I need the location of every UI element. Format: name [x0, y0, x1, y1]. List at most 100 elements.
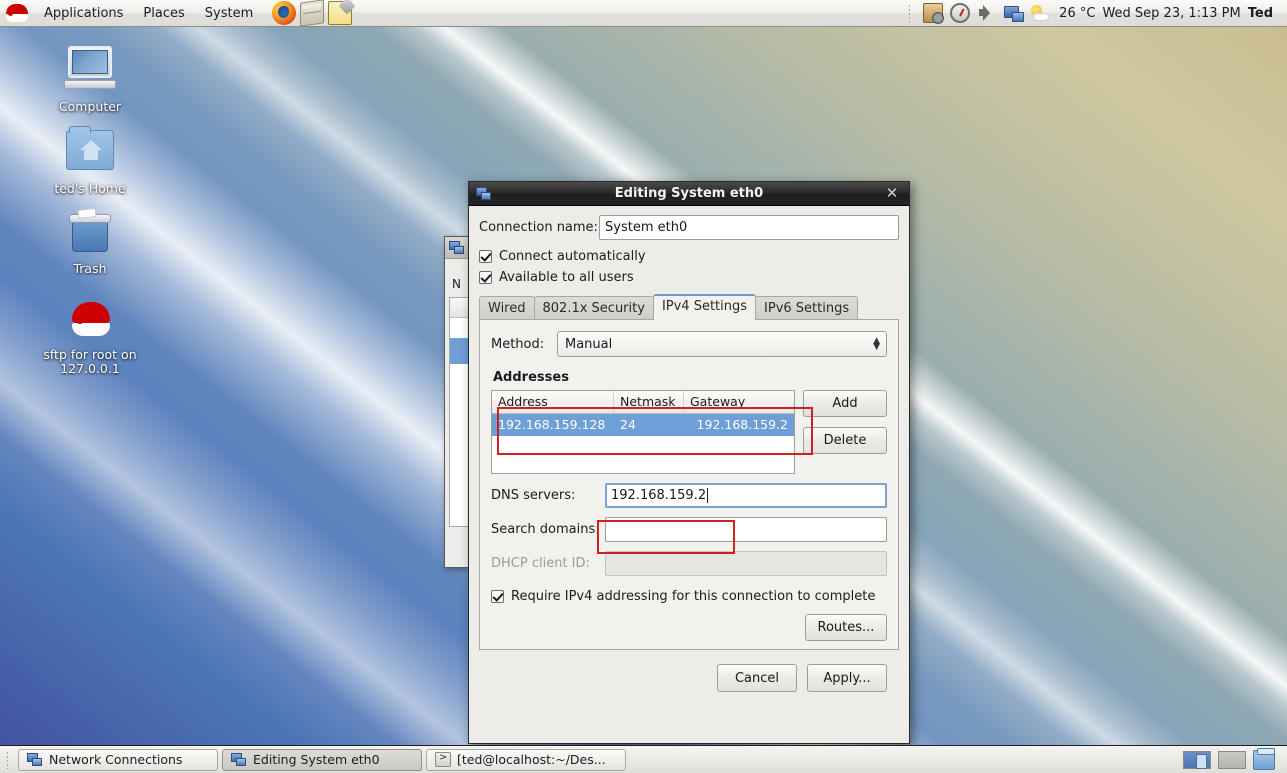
connect-automatically-label: Connect automatically	[499, 249, 646, 264]
text-editor-launcher-icon[interactable]	[328, 1, 352, 25]
require-ipv4-label: Require IPv4 addressing for this connect…	[511, 589, 875, 604]
chevron-updown-icon: ▲▼	[873, 338, 882, 350]
panel-drag-handle[interactable]	[908, 4, 912, 22]
network-connections-icon	[27, 752, 43, 767]
bottom-panel[interactable]: Network Connections Editing System eth0 …	[0, 745, 1287, 773]
cancel-button[interactable]: Cancel	[717, 664, 797, 692]
addresses-table[interactable]: Address Netmask Gateway 192.168.159.128 …	[491, 390, 795, 474]
ipv4-settings-panel: Method: Manual ▲▼ Addresses Address Netm…	[479, 319, 899, 650]
taskbar-item-editing-system-eth0-label: Editing System eth0	[253, 752, 380, 767]
routes-button[interactable]: Routes...	[805, 614, 887, 641]
available-to-all-users-row[interactable]: Available to all users	[479, 270, 899, 285]
top-panel[interactable]: Applications Places System 26 °C Wed Sep…	[0, 0, 1287, 27]
workspace-1[interactable]	[1183, 751, 1211, 769]
dns-servers-row: DNS servers: 192.168.159.2	[491, 483, 887, 508]
workspace-2[interactable]	[1218, 751, 1246, 769]
dhcp-client-id-row: DHCP client ID:	[491, 551, 887, 576]
require-ipv4-row[interactable]: Require IPv4 addressing for this connect…	[491, 589, 887, 604]
redhat-icon	[26, 300, 154, 344]
taskbar-drag-handle[interactable]	[6, 751, 10, 769]
desktop-icon-home[interactable]: ted's Home	[26, 128, 154, 196]
column-header-netmask[interactable]: Netmask	[614, 391, 684, 413]
workspace-switcher[interactable]	[1183, 750, 1281, 770]
dialog-title: Editing System eth0	[469, 186, 909, 201]
addresses-area: Address Netmask Gateway 192.168.159.128 …	[491, 390, 887, 474]
connect-automatically-row[interactable]: Connect automatically	[479, 249, 899, 264]
connection-name-row: Connection name: System eth0	[479, 215, 899, 240]
method-label: Method:	[491, 337, 557, 352]
delete-button[interactable]: Delete	[803, 427, 887, 454]
user-menu[interactable]: Ted	[1248, 6, 1277, 21]
settings-tabs[interactable]: Wired 802.1x Security IPv4 Settings IPv6…	[479, 295, 899, 320]
desktop-icon-trash[interactable]: Trash	[26, 208, 154, 276]
taskbar-item-network-connections[interactable]: Network Connections	[18, 749, 218, 771]
search-domains-input[interactable]	[605, 517, 887, 542]
add-button[interactable]: Add	[803, 390, 887, 417]
cell-address: 192.168.159.128	[492, 414, 614, 436]
addresses-table-header: Address Netmask Gateway	[492, 391, 794, 414]
dialog-titlebar[interactable]: Editing System eth0 ✕	[469, 182, 909, 206]
temperature-label[interactable]: 26 °C	[1059, 6, 1095, 21]
tab-wired[interactable]: Wired	[479, 296, 535, 320]
menu-system[interactable]: System	[196, 4, 262, 23]
network-connections-icon	[231, 752, 247, 767]
require-ipv4-checkbox[interactable]	[491, 590, 504, 603]
editing-connection-dialog[interactable]: Editing System eth0 ✕ Connection name: S…	[468, 181, 910, 744]
search-domains-label: Search domains:	[491, 522, 605, 537]
taskbar-item-network-connections-label: Network Connections	[49, 752, 182, 767]
table-row[interactable]: 192.168.159.128 24 192.168.159.2	[492, 414, 794, 436]
tab-8021x-security[interactable]: 802.1x Security	[534, 296, 654, 320]
column-header-gateway[interactable]: Gateway	[684, 391, 794, 413]
available-to-all-users-label: Available to all users	[499, 270, 634, 285]
taskbar-item-terminal[interactable]: [ted@localhost:~/Des...	[426, 749, 626, 771]
search-domains-row: Search domains:	[491, 517, 887, 542]
system-tray[interactable]: 26 °C Wed Sep 23, 1:13 PM Ted	[908, 3, 1287, 23]
menu-applications[interactable]: Applications	[35, 4, 132, 23]
partly-cloudy-icon	[1031, 5, 1049, 21]
package-updater-icon[interactable]	[923, 3, 943, 23]
menu-places[interactable]: Places	[134, 4, 193, 23]
method-row: Method: Manual ▲▼	[491, 331, 887, 357]
dhcp-client-id-label: DHCP client ID:	[491, 556, 605, 571]
system-monitor-icon[interactable]	[950, 3, 970, 23]
addresses-buttons: Add Delete	[803, 390, 887, 474]
addresses-section-label: Addresses	[493, 370, 887, 385]
computer-icon	[26, 46, 154, 96]
taskbar-item-terminal-label: [ted@localhost:~/Des...	[457, 752, 606, 767]
taskbar-item-editing-system-eth0[interactable]: Editing System eth0	[222, 749, 422, 771]
desktop-icon-sftp[interactable]: sftp for root on 127.0.0.1	[26, 300, 154, 376]
connect-automatically-checkbox[interactable]	[479, 250, 492, 263]
terminal-icon	[435, 752, 451, 767]
redhat-logo-icon[interactable]	[6, 3, 28, 23]
desktop-icon-computer[interactable]: Computer	[26, 46, 154, 114]
cell-gateway: 192.168.159.2	[684, 414, 794, 436]
volume-icon[interactable]	[977, 3, 997, 23]
routes-row: Routes...	[491, 614, 887, 641]
show-desktop-icon[interactable]	[1253, 750, 1275, 770]
close-icon[interactable]: ✕	[884, 186, 900, 202]
dns-servers-value: 192.168.159.2	[611, 488, 706, 503]
network-connections-icon	[449, 240, 465, 255]
trash-icon	[26, 208, 154, 258]
desktop-icon-sftp-label: sftp for root on 127.0.0.1	[26, 348, 154, 376]
mail-launcher-icon[interactable]	[300, 0, 324, 27]
tab-ipv6-settings[interactable]: IPv6 Settings	[755, 296, 858, 320]
apply-button[interactable]: Apply...	[807, 664, 887, 692]
cell-netmask: 24	[614, 414, 684, 436]
desktop-icon-trash-label: Trash	[26, 262, 154, 276]
column-header-address[interactable]: Address	[492, 391, 614, 413]
connection-name-label: Connection name:	[479, 220, 599, 235]
network-icon[interactable]	[1004, 3, 1024, 23]
dhcp-client-id-input	[605, 551, 887, 576]
tab-ipv4-settings[interactable]: IPv4 Settings	[653, 294, 756, 320]
connection-name-input[interactable]: System eth0	[599, 215, 899, 240]
available-to-all-users-checkbox[interactable]	[479, 271, 492, 284]
dns-servers-label: DNS servers:	[491, 488, 605, 503]
firefox-launcher-icon[interactable]	[272, 1, 296, 25]
clock[interactable]: Wed Sep 23, 1:13 PM	[1102, 6, 1240, 21]
text-caret	[707, 488, 708, 503]
dns-servers-input[interactable]: 192.168.159.2	[605, 483, 887, 508]
method-dropdown[interactable]: Manual ▲▼	[557, 331, 887, 357]
home-folder-icon	[26, 128, 154, 178]
desktop-icon-home-label: ted's Home	[26, 182, 154, 196]
